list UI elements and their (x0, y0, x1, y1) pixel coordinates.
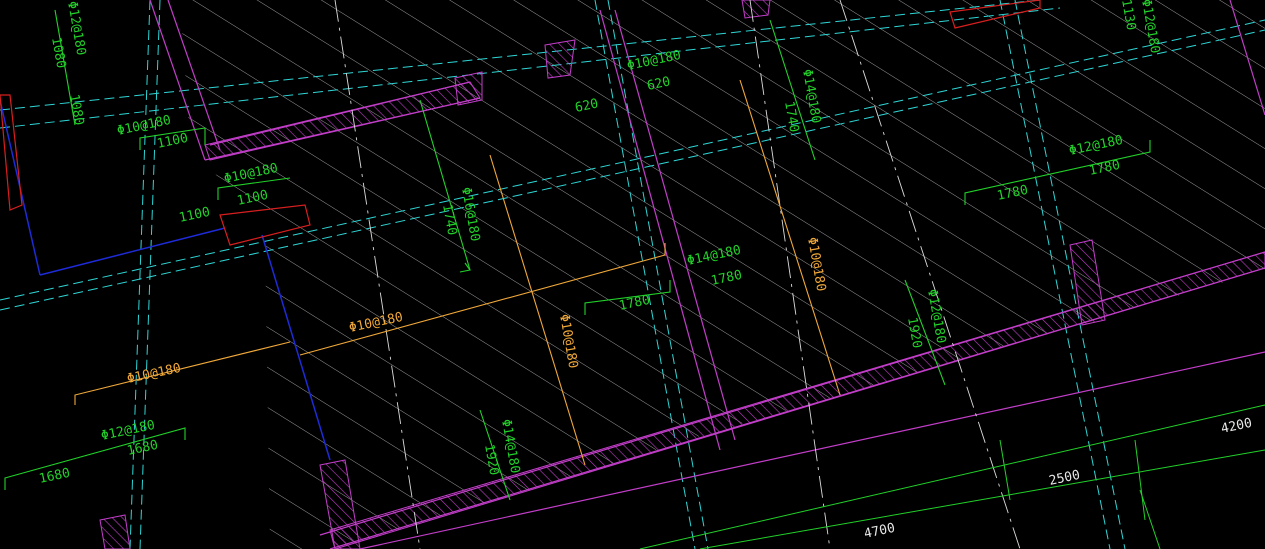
dimension-4700: 4700 (863, 521, 897, 542)
label-orange-horizontal-a: Φ10@180 (126, 361, 183, 387)
label-left-upper-len: 1100 (156, 131, 190, 152)
label-bottom-left-len-a: 1680 (38, 466, 72, 487)
dimension-labels: 4200 2500 4700 (863, 416, 1254, 542)
label-left-mid-len-a: 1100 (178, 205, 212, 226)
dimension-4200: 4200 (1220, 416, 1254, 437)
label-1080-b: 1080 (66, 93, 86, 126)
label-1080-a: 1080 (48, 36, 68, 69)
dimension-2500: 2500 (1048, 468, 1082, 489)
label-top-left-vertical: Φ12@180 (64, 0, 88, 57)
label-bottom-left-len-b: 1680 (126, 438, 160, 459)
cad-drawing-canvas: Φ12@180 1080 1080 Φ10@180 1100 Φ10@180 1… (0, 0, 1265, 549)
